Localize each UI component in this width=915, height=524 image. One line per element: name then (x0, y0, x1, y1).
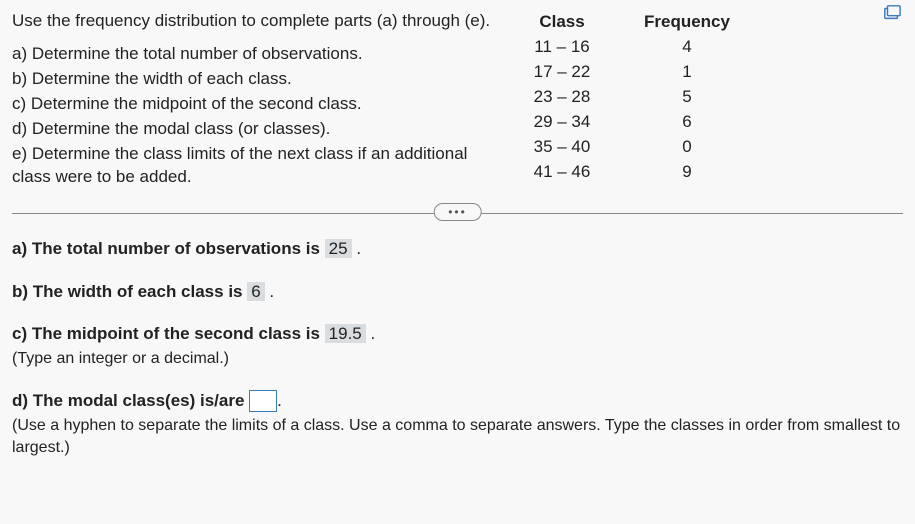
class-cell: 29 – 34 (512, 110, 612, 135)
class-cell: 35 – 40 (512, 135, 612, 160)
answer-a-value: 25 (325, 239, 352, 258)
part-e-prompt: e) Determine the class limits of the nex… (12, 143, 492, 189)
answer-c-text: c) The midpoint of the second class is (12, 324, 325, 343)
table-row: 35 – 400 (512, 135, 762, 160)
answer-d: d) The modal class(es) is/are . (Use a h… (12, 390, 903, 458)
freq-cell: 1 (612, 60, 762, 85)
table-row: 23 – 285 (512, 85, 762, 110)
part-b-prompt: b) Determine the width of each class. (12, 68, 492, 91)
freq-cell: 6 (612, 110, 762, 135)
answer-a: a) The total number of observations is 2… (12, 238, 903, 261)
table-row: 29 – 346 (512, 110, 762, 135)
answer-a-text: a) The total number of observations is (12, 239, 325, 258)
part-c-prompt: c) Determine the midpoint of the second … (12, 93, 492, 116)
answer-d-post: . (277, 391, 282, 410)
answer-a-post: . (352, 239, 361, 258)
class-cell: 23 – 28 (512, 85, 612, 110)
answer-c-value: 19.5 (325, 324, 366, 343)
part-a-prompt: a) Determine the total number of observa… (12, 43, 492, 66)
class-cell: 41 – 46 (512, 160, 612, 185)
freq-cell: 9 (612, 160, 762, 185)
answer-d-hint: (Use a hyphen to separate the limits of … (12, 415, 903, 458)
answer-b-post: . (265, 282, 274, 301)
question-intro: Use the frequency distribution to comple… (12, 10, 492, 33)
table-header-frequency: Frequency (612, 10, 762, 35)
expand-button[interactable]: ••• (433, 203, 482, 221)
table-row: 11 – 164 (512, 35, 762, 60)
freq-cell: 5 (612, 85, 762, 110)
answer-d-text: d) The modal class(es) is/are (12, 391, 249, 410)
part-d-prompt: d) Determine the modal class (or classes… (12, 118, 492, 141)
freq-cell: 4 (612, 35, 762, 60)
answer-c-post: . (366, 324, 375, 343)
freq-cell: 0 (612, 135, 762, 160)
table-row: 17 – 221 (512, 60, 762, 85)
class-cell: 11 – 16 (512, 35, 612, 60)
answer-c-hint: (Type an integer or a decimal.) (12, 348, 903, 370)
popup-icon[interactable] (881, 4, 903, 22)
frequency-table: Class Frequency 11 – 164 17 – 221 23 – 2… (512, 10, 762, 185)
class-cell: 17 – 22 (512, 60, 612, 85)
answer-c: c) The midpoint of the second class is 1… (12, 323, 903, 370)
answer-d-input[interactable] (249, 390, 277, 412)
table-row: 41 – 469 (512, 160, 762, 185)
table-header-class: Class (512, 10, 612, 35)
answer-b: b) The width of each class is 6 . (12, 281, 903, 304)
answer-b-text: b) The width of each class is (12, 282, 247, 301)
answer-b-value: 6 (247, 282, 264, 301)
